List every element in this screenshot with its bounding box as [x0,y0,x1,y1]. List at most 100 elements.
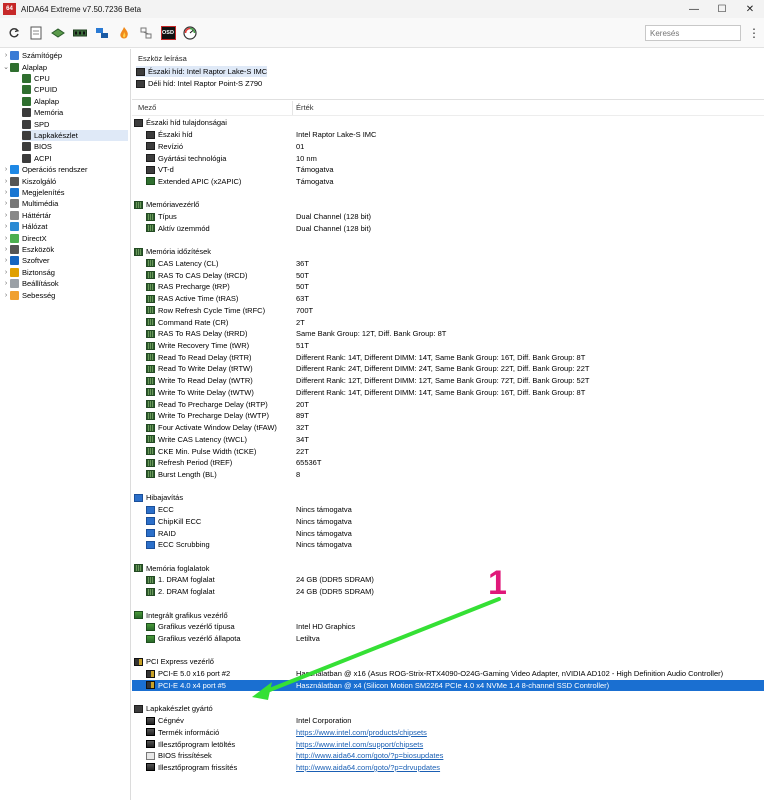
chevron-right-icon[interactable]: › [2,166,10,173]
table-row[interactable]: Grafikus vezérlő állapota Letiltva [132,633,764,645]
table-row[interactable]: Illesztőprogram frissítés http://www.aida… [132,762,764,774]
sidebar-item[interactable]: CPUID [22,84,128,96]
table-row[interactable]: Read To Write Delay (tRTW) Different Rank… [132,363,764,375]
table-row[interactable]: ECC Nincs támogatva [132,504,764,516]
table-row[interactable]: Row Refresh Cycle Time (tRFC) 700T [132,305,764,317]
table-row[interactable]: RAID Nincs támogatva [132,527,764,539]
sidebar-item[interactable]: › Hálózat [2,221,128,233]
sidebar-item[interactable]: › Megjelenítés [2,187,128,199]
group-header-row[interactable]: Memória időzítések [132,246,764,258]
report-icon[interactable] [28,25,44,41]
sidebar-item[interactable]: ⌄ Alaplap [2,61,128,73]
table-row[interactable]: CKE Min. Pulse Width (tCKE) 22T [132,445,764,457]
chevron-right-icon[interactable]: › [2,257,10,264]
sidebar-item[interactable]: › Háttértár [2,210,128,222]
value-link[interactable]: http://www.aida64.com/goto/?p=drvupdates [296,762,440,774]
sidebar-item[interactable]: › Beállítások [2,278,128,290]
sidebar-item[interactable]: › Kiszolgáló [2,175,128,187]
benchmark-gauge-icon[interactable] [182,25,198,41]
chevron-right-icon[interactable]: › [2,200,10,207]
more-options-icon[interactable]: ⋮ [748,26,760,40]
table-row[interactable]: Write Recovery Time (tWR) 51T [132,340,764,352]
table-row[interactable]: 2. DRAM foglalat 24 GB (DDR5 SDRAM) [132,586,764,598]
sidebar-item[interactable]: Memória [22,107,128,119]
table-row[interactable]: Four Activate Window Delay (tFAW) 32T [132,422,764,434]
table-row[interactable]: Command Rate (CR) 2T [132,316,764,328]
column-separator[interactable] [292,101,293,115]
chevron-right-icon[interactable]: › [2,280,10,287]
table-row[interactable]: Illesztőprogram letöltés https://www.inte… [132,738,764,750]
chevron-right-icon[interactable]: › [2,223,10,230]
chevron-right-icon[interactable]: › [2,212,10,219]
table-row[interactable]: Refresh Period (tREF) 65536T [132,457,764,469]
group-header-row[interactable]: Lapkakészlet gyártó [132,703,764,715]
refresh-icon[interactable] [6,25,22,41]
search-input[interactable] [645,25,741,41]
network-share-icon[interactable] [138,25,154,41]
flame-icon[interactable] [116,25,132,41]
sidebar-item[interactable]: CPU [22,73,128,85]
group-header-row[interactable]: Integrált grafikus vezérlő [132,609,764,621]
osd-icon[interactable]: OSD [160,25,176,41]
sidebar-item[interactable]: › Sebesség [2,289,128,301]
maximize-button[interactable]: ☐ [708,0,736,18]
chevron-right-icon[interactable]: › [2,178,10,185]
group-header-row[interactable]: Memória foglalatok [132,562,764,574]
device-item[interactable]: Déli híd: Intel Raptor Point-S Z790 [136,78,262,89]
group-header-row[interactable]: PCI Express vezérlő [132,656,764,668]
table-row[interactable]: ChipKill ECC Nincs támogatva [132,515,764,527]
device-item[interactable]: Északi híd: Intel Raptor Lake-S IMC [136,66,268,77]
chevron-right-icon[interactable]: › [2,292,10,299]
value-link[interactable]: https://www.intel.com/support/chipsets [296,738,423,750]
group-header-row[interactable]: Hibajavítás [132,492,764,504]
table-row[interactable]: Cégnév Intel Corporation [132,715,764,727]
sidebar-item[interactable]: ACPI [22,153,128,165]
chevron-right-icon[interactable]: › [2,246,10,253]
table-row[interactable]: 1. DRAM foglalat 24 GB (DDR5 SDRAM) [132,574,764,586]
sidebar-item[interactable]: Lapkakészlet [22,129,128,142]
sidebar-item[interactable]: › DirectX [2,232,128,244]
table-row[interactable]: Write To Read Delay (tWTR) Different Rank… [132,375,764,387]
table-row[interactable]: Grafikus vezérlő típusa Intel HD Graphics [132,621,764,633]
table-row[interactable]: Gyártási technológia 10 nm [132,152,764,164]
panel-splitter[interactable] [132,99,764,100]
group-header-row[interactable]: Északi híd tulajdonságai [132,117,764,129]
table-row[interactable]: VT-d Támogatva [132,164,764,176]
table-row[interactable]: Típus Dual Channel (128 bit) [132,211,764,223]
sidebar-item[interactable]: › Operációs rendszer [2,164,128,176]
network-icon[interactable] [94,25,110,41]
table-row[interactable]: Revízió 01 [132,140,764,152]
table-row[interactable]: Write To Write Delay (tWTW) Different Ran… [132,387,764,399]
table-row[interactable]: Extended APIC (x2APIC) Támogatva [132,176,764,188]
table-row[interactable]: RAS To RAS Delay (tRRD) Same Bank Group: … [132,328,764,340]
value-link[interactable]: http://www.aida64.com/goto/?p=biosupdate… [296,750,443,762]
sidebar-item[interactable]: BIOS [22,141,128,153]
value-link[interactable]: https://www.intel.com/products/chipsets [296,726,427,738]
table-row[interactable]: Termék információ https://www.intel.com/p… [132,726,764,738]
chevron-right-icon[interactable]: › [2,52,10,59]
sidebar-item[interactable]: › Szoftver [2,255,128,267]
minimize-button[interactable]: — [680,0,708,18]
motherboard-icon[interactable] [50,25,66,41]
table-row[interactable]: BIOS frissítések http://www.aida64.com/go… [132,750,764,762]
sidebar-item[interactable]: › Számítógép [2,50,128,62]
close-button[interactable]: ✕ [736,0,764,18]
table-row[interactable]: RAS Active Time (tRAS) 63T [132,293,764,305]
column-header-value[interactable]: Érték [296,103,314,115]
table-row[interactable]: PCI-E 4.0 x4 port #5 Használatban @ x4 (S… [132,679,764,692]
table-row[interactable]: ECC Scrubbing Nincs támogatva [132,539,764,551]
table-row[interactable]: Write CAS Latency (tWCL) 34T [132,433,764,445]
table-row[interactable]: Write To Precharge Delay (tWTP) 89T [132,410,764,422]
table-row[interactable]: Aktív üzemmód Dual Channel (128 bit) [132,222,764,234]
chevron-down-icon[interactable]: ⌄ [2,63,10,71]
table-row[interactable]: Északi híd Intel Raptor Lake-S IMC [132,129,764,141]
table-row[interactable]: RAS To CAS Delay (tRCD) 50T [132,269,764,281]
chevron-right-icon[interactable]: › [2,189,10,196]
sidebar-item[interactable]: Alaplap [22,96,128,108]
column-header-field[interactable]: Mező [138,103,156,115]
table-row[interactable]: PCI-E 5.0 x16 port #2 Használatban @ x16 … [132,668,764,680]
memory-icon[interactable] [72,25,88,41]
table-row[interactable]: Read To Precharge Delay (tRTP) 20T [132,398,764,410]
table-row[interactable]: RAS Precharge (tRP) 50T [132,281,764,293]
table-row[interactable]: Burst Length (BL) 8 [132,469,764,481]
